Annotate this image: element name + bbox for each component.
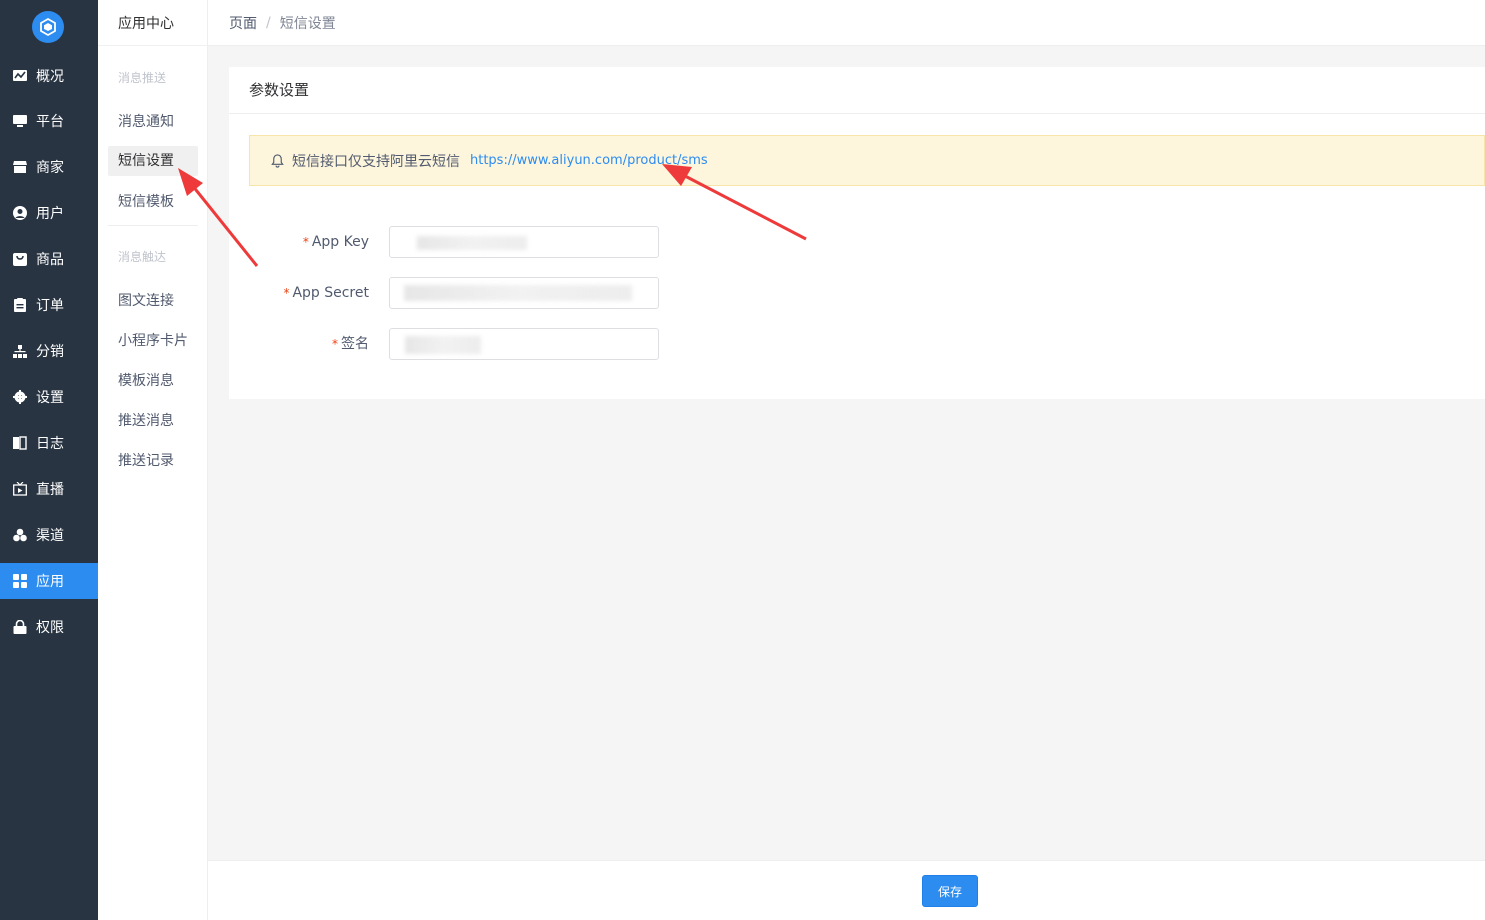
nav-item-distribution[interactable]: 分销 — [0, 333, 98, 369]
gear-icon — [12, 390, 27, 405]
nav-item-settings[interactable]: 设置 — [0, 379, 98, 415]
notice-banner: 短信接口仅支持阿里云短信 https://www.aliyun.com/prod… — [249, 135, 1485, 186]
nav-item-log[interactable]: 日志 — [0, 425, 98, 461]
app-secret-input[interactable] — [389, 277, 659, 309]
nav-label: 直播 — [36, 482, 64, 498]
bag-icon — [12, 252, 27, 267]
card-title: 参数设置 — [229, 67, 1485, 114]
settings-card: 参数设置 短信接口仅支持阿里云短信 https://www.aliyun.com… — [229, 67, 1485, 399]
notice-text: 短信接口仅支持阿里云短信 — [292, 153, 460, 170]
breadcrumb-current: 短信设置 — [279, 15, 336, 32]
sub-item-miniprogram-card[interactable]: 小程序卡片 — [108, 326, 198, 356]
nav-item-channel[interactable]: 渠道 — [0, 517, 98, 553]
nav-label: 设置 — [36, 390, 64, 406]
nav-item-permission[interactable]: 权限 — [0, 609, 98, 645]
required-mark: * — [302, 235, 309, 249]
sub-menu-title: 应用中心 — [118, 16, 174, 32]
chart-icon — [12, 69, 27, 84]
app-key-label: * App Key — [303, 226, 369, 258]
form-row-app-key: * App Key — [229, 226, 929, 258]
clipboard-icon — [12, 298, 27, 313]
app-key-input[interactable] — [389, 226, 659, 258]
sub-item-sms-settings[interactable]: 短信设置 — [108, 146, 198, 176]
nav-item-merchant[interactable]: 商家 — [0, 149, 98, 185]
nav-item-overview[interactable]: 概况 — [0, 58, 98, 94]
nav-label: 日志 — [36, 436, 64, 452]
nav-item-platform[interactable]: 平台 — [0, 103, 98, 139]
sub-item-sms-template[interactable]: 短信模板 — [108, 187, 198, 217]
required-mark: * — [332, 337, 338, 351]
app-secret-label: * App Secret — [283, 277, 369, 309]
nav-label: 商品 — [36, 252, 64, 268]
sub-item-push-record[interactable]: 推送记录 — [108, 446, 198, 476]
breadcrumb: 页面 / 短信设置 — [208, 0, 1485, 46]
sub-group-message-push: 消息推送 — [118, 71, 167, 85]
nav-label: 概况 — [36, 69, 64, 85]
nav-item-order[interactable]: 订单 — [0, 287, 98, 323]
grid-icon — [12, 574, 27, 589]
main-sidebar: 概况 平台 商家 用户 商品 订单 分销 设置 日志 直播 渠道 应用 权限 — [0, 0, 98, 920]
sign-label-text: 签名 — [341, 336, 369, 352]
footer-bar: 保存 — [208, 860, 1485, 920]
sub-menu: 应用中心 消息推送 消息通知 短信设置 短信模板 消息触达 图文连接 小程序卡片… — [98, 0, 208, 920]
sub-item-template-message[interactable]: 模板消息 — [108, 366, 198, 396]
lock-icon — [12, 620, 27, 635]
nav-label: 分销 — [36, 344, 64, 360]
nav-label: 平台 — [36, 114, 64, 130]
nav-label: 权限 — [36, 620, 64, 636]
nav-label: 渠道 — [36, 528, 64, 544]
breadcrumb-separator: / — [266, 14, 271, 31]
user-icon — [12, 206, 27, 221]
nav-item-goods[interactable]: 商品 — [0, 241, 98, 277]
sign-input[interactable] — [389, 328, 659, 360]
nav-label: 商家 — [36, 160, 64, 176]
aliyun-sms-link[interactable]: https://www.aliyun.com/product/sms — [470, 153, 708, 168]
sign-label: * 签名 — [332, 328, 369, 360]
form-row-sign: * 签名 — [229, 328, 929, 360]
save-button[interactable]: 保存 — [922, 875, 978, 907]
sub-item-message-notify[interactable]: 消息通知 — [108, 107, 198, 137]
nav-label: 订单 — [36, 298, 64, 314]
app-secret-label-text: App Secret — [292, 285, 369, 301]
sub-item-push-message[interactable]: 推送消息 — [108, 406, 198, 436]
sitemap-icon — [12, 344, 27, 359]
monitor-icon — [12, 114, 27, 129]
app-key-label-text: App Key — [311, 234, 369, 250]
tv-icon — [12, 482, 27, 497]
divider — [98, 45, 208, 46]
cubes-icon — [12, 528, 27, 543]
cube-logo-icon[interactable] — [32, 11, 64, 43]
nav-label: 应用 — [36, 574, 64, 590]
required-mark: * — [283, 286, 290, 300]
main-content: 页面 / 短信设置 参数设置 短信接口仅支持阿里云短信 https://www.… — [208, 0, 1485, 920]
form-row-app-secret: * App Secret — [229, 277, 929, 309]
sub-group-message-reach: 消息触达 — [118, 250, 167, 264]
store-icon — [12, 160, 27, 175]
sub-item-image-text-link[interactable]: 图文连接 — [108, 286, 198, 316]
nav-item-user[interactable]: 用户 — [0, 195, 98, 231]
bell-icon — [270, 153, 286, 169]
nav-item-live[interactable]: 直播 — [0, 471, 98, 507]
nav-label: 用户 — [36, 206, 64, 222]
nav-item-apps[interactable]: 应用 — [0, 563, 98, 599]
breadcrumb-home[interactable]: 页面 — [229, 13, 257, 33]
book-icon — [12, 436, 27, 451]
divider — [108, 225, 198, 226]
